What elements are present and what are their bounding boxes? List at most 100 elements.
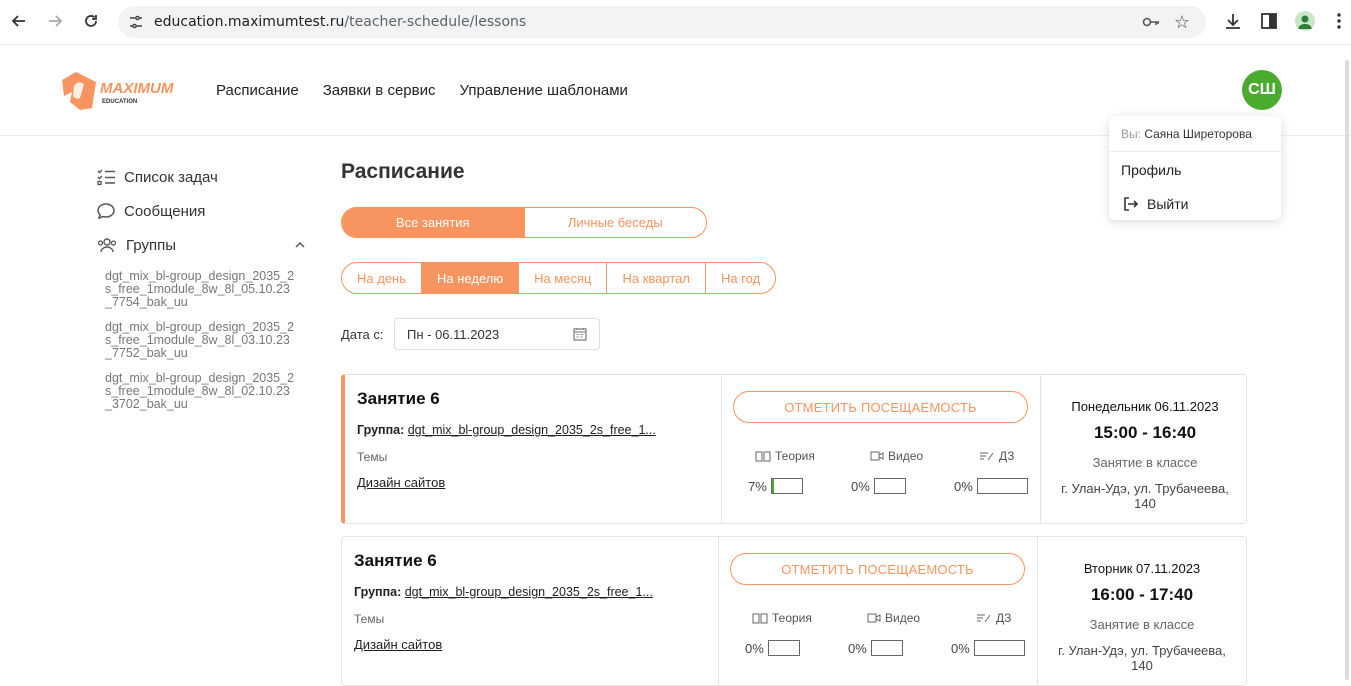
download-icon[interactable] bbox=[1223, 11, 1243, 31]
svg-text:EDUCATION: EDUCATION bbox=[102, 99, 137, 105]
site-settings-icon[interactable] bbox=[128, 14, 144, 30]
video-icon bbox=[870, 451, 884, 461]
topics-label: Темы bbox=[354, 612, 385, 626]
theory-progress-bar bbox=[768, 640, 800, 656]
calendar-icon[interactable] bbox=[573, 327, 587, 341]
lesson-address: г. Улан-Удэ, ул. Трубачеева, 140 bbox=[1061, 481, 1229, 511]
reload-icon[interactable] bbox=[80, 10, 102, 32]
theory-metric: Теория bbox=[755, 449, 815, 463]
book-icon bbox=[752, 613, 768, 624]
menu-divider bbox=[1109, 151, 1281, 152]
topic-link[interactable]: Дизайн сайтов bbox=[354, 637, 442, 652]
lesson-card[interactable]: Занятие 6 Группа: dgt_mix_bl-group_desig… bbox=[341, 536, 1247, 686]
video-icon bbox=[867, 613, 881, 623]
lesson-kind: Занятие в классе bbox=[1089, 617, 1195, 632]
video-progress-bar bbox=[871, 640, 903, 656]
lesson-address: г. Улан-Удэ, ул. Трубачеева, 140 bbox=[1058, 643, 1226, 673]
video-percent: 0% bbox=[848, 641, 867, 656]
sidebar-group-link[interactable]: dgt_mix_bl-group_design_2035_2s_free_1mo… bbox=[105, 372, 295, 411]
lesson-group: Группа: dgt_mix_bl-group_design_2035_2s_… bbox=[357, 423, 656, 437]
theory-metric: Теория bbox=[752, 611, 812, 625]
back-icon[interactable] bbox=[8, 10, 30, 32]
lesson-time: 15:00 - 16:40 bbox=[1093, 423, 1197, 442]
homework-metric: ДЗ bbox=[976, 611, 1011, 625]
user-menu-dropdown: Вы: Саяна Ширеторова Профиль Выйти bbox=[1109, 116, 1281, 220]
lesson-datetime: Вторник 07.11.2023 16:00 - 17:40 Занятие… bbox=[1038, 537, 1246, 685]
lesson-time: 16:00 - 17:40 bbox=[1090, 585, 1194, 604]
lesson-datetime: Понедельник 06.11.2023 15:00 - 16:40 Зан… bbox=[1041, 375, 1249, 523]
card-divider bbox=[718, 537, 719, 685]
page-scrollbar[interactable] bbox=[1345, 60, 1349, 680]
theory-percent: 0% bbox=[745, 641, 764, 656]
tab-quarter[interactable]: На квартал bbox=[606, 263, 704, 293]
date-value: Пн - 06.11.2023 bbox=[407, 327, 500, 342]
logout-menu-item[interactable]: Выйти bbox=[1121, 195, 1188, 213]
homework-percent: 0% bbox=[951, 641, 970, 656]
tab-all-lessons[interactable]: Все занятия bbox=[342, 208, 524, 237]
current-user-line: Вы: Саяна Ширеторова bbox=[1121, 127, 1252, 141]
mark-attendance-button[interactable]: ОТМЕТИТЬ ПОСЕЩАЕМОСТЬ bbox=[733, 391, 1028, 423]
nav-service-requests[interactable]: Заявки в сервис bbox=[323, 82, 436, 99]
tab-year[interactable]: На год bbox=[704, 263, 775, 293]
mark-attendance-button[interactable]: ОТМЕТИТЬ ПОСЕЩАЕМОСТЬ bbox=[730, 553, 1025, 585]
homework-icon bbox=[977, 614, 991, 623]
url-text[interactable]: education.maximumtest.ru/teacher-schedul… bbox=[154, 14, 526, 30]
chevron-up-icon[interactable] bbox=[294, 240, 306, 250]
video-progress-bar bbox=[874, 478, 906, 494]
chat-bubble-icon bbox=[97, 203, 115, 220]
user-avatar[interactable]: СШ bbox=[1242, 70, 1282, 110]
forward-icon[interactable] bbox=[44, 10, 66, 32]
tab-day[interactable]: На день bbox=[342, 263, 421, 293]
lesson-kind: Занятие в классе bbox=[1092, 455, 1198, 470]
lesson-info: Занятие 6 Группа: dgt_mix_bl-group_desig… bbox=[354, 537, 718, 685]
lesson-title: Занятие 6 bbox=[354, 551, 437, 570]
lesson-group-link[interactable]: dgt_mix_bl-group_design_2035_2s_free_1..… bbox=[408, 423, 656, 437]
browser-profile-icon[interactable] bbox=[1295, 11, 1315, 31]
lesson-info: Занятие 6 Группа: dgt_mix_bl-group_desig… bbox=[357, 375, 721, 523]
topics-label: Темы bbox=[357, 450, 388, 464]
browser-menu-icon[interactable] bbox=[1336, 12, 1342, 30]
lesson-group: Группа: dgt_mix_bl-group_design_2035_2s_… bbox=[354, 585, 653, 599]
nav-schedule[interactable]: Расписание bbox=[216, 82, 299, 99]
homework-progress-bar bbox=[977, 478, 1028, 494]
homework-progress-bar bbox=[974, 640, 1025, 656]
password-key-icon[interactable] bbox=[1142, 14, 1160, 30]
video-percent: 0% bbox=[851, 479, 870, 494]
theory-percent: 7% bbox=[748, 479, 767, 494]
video-metric: Видео bbox=[870, 449, 923, 463]
top-navigation: Расписание Заявки в сервис Управление ша… bbox=[216, 82, 628, 99]
nav-templates[interactable]: Управление шаблонами bbox=[459, 82, 627, 99]
sidebar-item-tasks[interactable]: Список задач bbox=[96, 160, 306, 194]
period-toggle: На день На неделю На месяц На квартал На… bbox=[341, 262, 777, 294]
theory-progress-fill bbox=[772, 479, 775, 493]
bookmark-star-icon[interactable]: ☆ bbox=[1174, 12, 1190, 33]
task-list-icon bbox=[97, 169, 115, 186]
logout-label: Выйти bbox=[1147, 196, 1189, 212]
lesson-title: Занятие 6 bbox=[357, 389, 440, 408]
video-metric: Видео bbox=[867, 611, 920, 625]
sidebar-item-groups[interactable]: Группы bbox=[96, 228, 306, 262]
lesson-type-toggle: Все занятия Личные беседы bbox=[341, 207, 707, 238]
lesson-day: Вторник 07.11.2023 bbox=[1083, 561, 1201, 576]
date-from-input[interactable]: Пн - 06.11.2023 bbox=[394, 318, 600, 350]
card-divider bbox=[721, 375, 722, 523]
address-bar[interactable]: education.maximumtest.ru/teacher-schedul… bbox=[118, 6, 1206, 38]
topic-link[interactable]: Дизайн сайтов bbox=[357, 475, 445, 490]
profile-menu-item[interactable]: Профиль bbox=[1121, 162, 1181, 178]
tab-month[interactable]: На месяц bbox=[518, 263, 606, 293]
sidebar-item-label: Сообщения bbox=[124, 202, 206, 220]
maximum-logo[interactable]: MAXIMUM EDUCATION bbox=[58, 68, 182, 112]
sidebar-group-link[interactable]: dgt_mix_bl-group_design_2035_2s_free_1mo… bbox=[105, 270, 295, 309]
homework-metric: ДЗ bbox=[979, 449, 1014, 463]
sidebar-item-label: Группы bbox=[126, 236, 176, 254]
lesson-day: Понедельник 06.11.2023 bbox=[1071, 399, 1219, 414]
sidebar-item-messages[interactable]: Сообщения bbox=[96, 194, 306, 228]
lesson-group-link[interactable]: dgt_mix_bl-group_design_2035_2s_free_1..… bbox=[405, 585, 653, 599]
lesson-card[interactable]: Занятие 6 Группа: dgt_mix_bl-group_desig… bbox=[341, 374, 1247, 524]
tab-week[interactable]: На неделю bbox=[421, 263, 519, 293]
sidebar-group-link[interactable]: dgt_mix_bl-group_design_2035_2s_free_1mo… bbox=[105, 321, 295, 360]
page-title: Расписание bbox=[341, 160, 465, 183]
side-panel-icon[interactable] bbox=[1259, 11, 1279, 31]
homework-percent: 0% bbox=[954, 479, 973, 494]
tab-personal-talks[interactable]: Личные беседы bbox=[523, 208, 707, 237]
